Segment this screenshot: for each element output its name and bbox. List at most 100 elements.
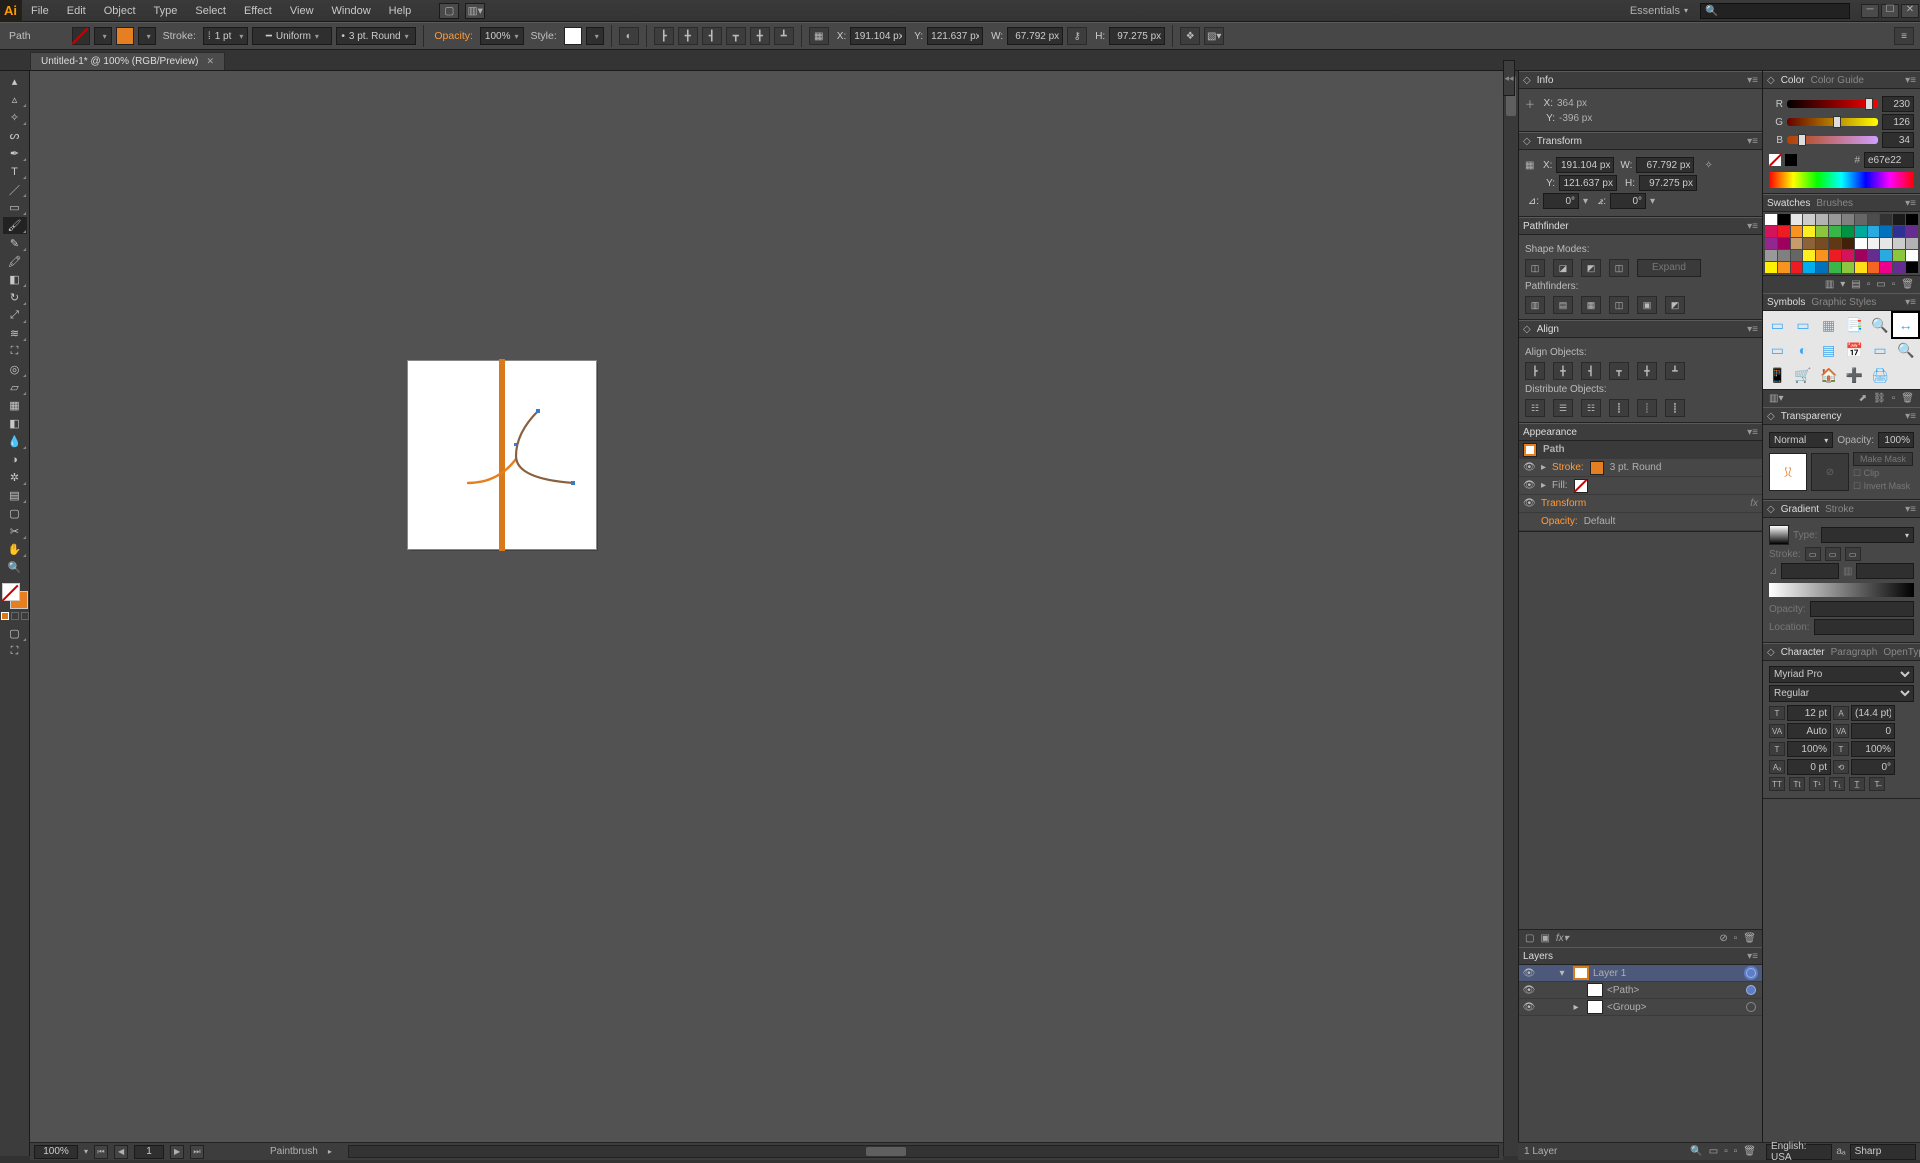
artboard[interactable] (408, 361, 596, 549)
swatch-color[interactable] (1855, 250, 1867, 261)
swatch-color[interactable] (1803, 250, 1815, 261)
align-left-icon[interactable]: ┣ (654, 27, 674, 45)
symbol-item[interactable]: 📱 (1765, 363, 1790, 387)
transform-panel-header[interactable]: ◇ Transform▾≡ (1519, 132, 1762, 150)
symbol-item[interactable]: ▤ (1816, 338, 1841, 362)
swatch-color[interactable] (1765, 226, 1777, 237)
close-tab-icon[interactable]: ✕ (206, 56, 214, 67)
shape-builder-tool[interactable]: ◎ (3, 361, 27, 378)
merge-icon[interactable]: ▦ (1581, 296, 1601, 314)
eraser-tool[interactable]: ◧ (3, 271, 27, 288)
recolor-icon[interactable]: ◐ (619, 27, 639, 45)
artboard-num[interactable] (134, 1145, 164, 1159)
magic-wand-tool[interactable]: ✧ (3, 109, 27, 126)
menu-file[interactable]: File (22, 0, 58, 22)
swatch-color[interactable] (1868, 250, 1880, 261)
hand-tool[interactable]: ✋ (3, 541, 27, 558)
character-panel-header[interactable]: ◇ CharacterParagraphOpenType▾≡ (1763, 643, 1920, 661)
align-right-icon[interactable]: ┫ (702, 27, 722, 45)
layout-toggle-1[interactable]: ▢ (439, 3, 459, 19)
gradient-type[interactable]: ▾ (1821, 527, 1914, 543)
prev-artboard-icon[interactable]: ◀ (114, 1145, 128, 1159)
swatch-color[interactable] (1791, 238, 1803, 249)
font-style[interactable]: Regular (1769, 685, 1914, 702)
last-artboard-icon[interactable]: ⏭ (190, 1145, 204, 1159)
swatch-color[interactable] (1829, 262, 1841, 273)
dist-vcenter-btn[interactable]: ☰ (1553, 399, 1573, 417)
opacity-field[interactable]: 100%▾ (480, 27, 524, 45)
symbol-item[interactable]: ▭ (1791, 313, 1816, 337)
swatch-color[interactable] (1893, 238, 1905, 249)
color-mode-selector[interactable] (0, 612, 30, 620)
add-stroke-icon[interactable]: ▣ (1540, 933, 1549, 944)
make-clip-icon[interactable]: ▭ (1709, 1146, 1718, 1157)
x-field[interactable] (850, 27, 906, 45)
free-transform-tool[interactable]: ⛶ (3, 343, 27, 360)
dist-bottom-btn[interactable]: ☷ (1581, 399, 1601, 417)
tracking[interactable] (1851, 723, 1895, 739)
layer-row-group[interactable]: 👁▸<Group> (1519, 999, 1762, 1016)
menu-view[interactable]: View (281, 0, 323, 22)
transform-y[interactable] (1559, 175, 1617, 191)
pencil-tool[interactable]: ✎ (3, 235, 27, 252)
color-r[interactable] (1882, 96, 1914, 112)
vscale[interactable] (1787, 741, 1831, 757)
swatches-grid[interactable] (1763, 212, 1920, 275)
horizontal-scrollbar[interactable] (348, 1145, 1499, 1158)
brush-definition[interactable]: • 3 pt. Round▾ (336, 27, 416, 45)
swatch-color[interactable] (1855, 226, 1867, 237)
align-bottom-icon[interactable]: ┻ (774, 27, 794, 45)
swatch-color[interactable] (1816, 226, 1828, 237)
search-box[interactable]: 🔍 (1700, 3, 1850, 19)
add-fill-icon[interactable]: fx▾ (1556, 933, 1569, 944)
style-swatch[interactable] (564, 27, 582, 45)
color-hex[interactable] (1864, 152, 1914, 168)
swatch-color[interactable] (1816, 214, 1828, 225)
leading[interactable] (1851, 705, 1895, 721)
menu-window[interactable]: Window (323, 0, 380, 22)
symbol-item[interactable]: ↔ (1893, 313, 1918, 337)
swatch-color[interactable] (1791, 262, 1803, 273)
dist-top-btn[interactable]: ☷ (1525, 399, 1545, 417)
symbol-item[interactable]: ➕ (1842, 363, 1867, 387)
locate-layer-icon[interactable]: 🔍 (1690, 1146, 1702, 1157)
swatch-color[interactable] (1880, 226, 1892, 237)
swatch-color[interactable] (1829, 226, 1841, 237)
dup-icon[interactable]: ▫ (1734, 933, 1738, 944)
swatch-color[interactable] (1906, 214, 1918, 225)
zoom-field[interactable] (34, 1145, 78, 1159)
gradient-ramp[interactable] (1769, 583, 1914, 597)
swatch-color[interactable] (1778, 262, 1790, 273)
document-tab[interactable]: Untitled-1* @ 100% (RGB/Preview) ✕ (30, 52, 225, 70)
gradient-panel-header[interactable]: ◇ GradientStroke▾≡ (1763, 500, 1920, 518)
swatch-color[interactable] (1842, 262, 1854, 273)
minus-front-icon[interactable]: ◪ (1553, 259, 1573, 277)
transform-h[interactable] (1639, 175, 1697, 191)
blend-tool[interactable]: ◑ (3, 451, 27, 468)
window-maximize[interactable]: ☐ (1881, 4, 1899, 18)
delete-layer-icon[interactable]: 🗑 (1743, 1146, 1756, 1157)
swatch-color[interactable] (1868, 226, 1880, 237)
workspace-switcher[interactable]: Essentials▾ (1624, 5, 1694, 17)
menu-select[interactable]: Select (186, 0, 235, 22)
swatch-color[interactable] (1816, 262, 1828, 273)
appearance-opacity[interactable]: Opacity: (1541, 516, 1578, 527)
swatch-color[interactable] (1803, 262, 1815, 273)
swatch-color[interactable] (1880, 238, 1892, 249)
align-vcenter-btn[interactable]: ╋ (1637, 362, 1657, 380)
align-right-btn[interactable]: ┫ (1581, 362, 1601, 380)
panels-collapse-icon[interactable]: ◂◂ (1503, 60, 1515, 96)
swatch-color[interactable] (1906, 262, 1918, 273)
stroke-weight[interactable]: ⁞1 pt▾ (203, 27, 248, 45)
color-spectrum[interactable] (1769, 172, 1914, 188)
w-field[interactable] (1007, 27, 1063, 45)
allcaps-icon[interactable]: TT (1769, 777, 1785, 791)
transform-ref-icon[interactable]: ▦ (809, 27, 829, 45)
exclude-icon[interactable]: ◫ (1609, 259, 1629, 277)
new-swatch-icon[interactable]: ▫ (1892, 279, 1896, 290)
stroke-label[interactable]: Stroke: (163, 30, 196, 42)
superscript-icon[interactable]: T¹ (1809, 777, 1825, 791)
layers-panel-header[interactable]: Layers▾≡ (1519, 947, 1762, 965)
constrain-icon[interactable]: ✧ (1704, 160, 1712, 171)
graph-tool[interactable]: ▤ (3, 487, 27, 504)
